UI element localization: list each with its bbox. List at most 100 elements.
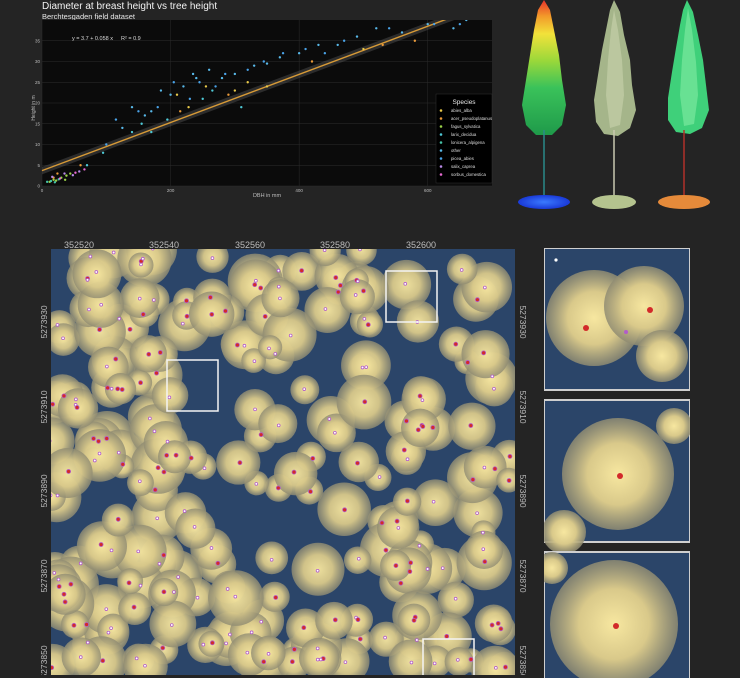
data-point bbox=[211, 89, 213, 91]
map-y-tick-label-left: 5273930 bbox=[39, 305, 49, 338]
data-point bbox=[324, 52, 326, 54]
y-tick-label: 35 bbox=[35, 38, 41, 43]
y-tick-label: 25 bbox=[35, 80, 41, 85]
map-x-tick-label: 352560 bbox=[235, 240, 265, 250]
map-y-tick-label-left: 5273850 bbox=[39, 645, 49, 675]
data-point bbox=[52, 179, 54, 181]
data-point bbox=[176, 94, 178, 96]
legend: Species abies_albaacer_pseudoplatanusfag… bbox=[436, 94, 492, 183]
data-point bbox=[375, 27, 377, 29]
map-axes: 352520352540352560352580352600 527393052… bbox=[0, 232, 540, 675]
data-point bbox=[69, 172, 71, 174]
map-y-tick-label-left: 5273890 bbox=[39, 474, 49, 507]
x-tick-label: 600 bbox=[424, 188, 432, 193]
data-point bbox=[234, 73, 236, 75]
data-point bbox=[140, 123, 142, 125]
data-point bbox=[187, 106, 189, 108]
map-x-tick-label: 352580 bbox=[320, 240, 350, 250]
data-point bbox=[179, 110, 181, 112]
data-point bbox=[86, 164, 88, 166]
map-y-tick-label-right: 5273850 bbox=[518, 645, 528, 675]
legend-item: lonicera_alpigena bbox=[451, 140, 485, 145]
data-point bbox=[263, 60, 265, 62]
y-tick-label: 10 bbox=[35, 142, 41, 147]
zoom-inset-1 bbox=[544, 248, 690, 390]
data-point bbox=[160, 89, 162, 91]
data-point bbox=[401, 31, 403, 33]
data-point bbox=[388, 27, 390, 29]
legend-swatch bbox=[440, 165, 443, 168]
data-point bbox=[317, 44, 319, 46]
tree-green-icon bbox=[658, 0, 710, 209]
data-point bbox=[433, 23, 435, 25]
data-point bbox=[144, 114, 146, 116]
data-point bbox=[452, 27, 454, 29]
data-point bbox=[51, 176, 53, 178]
data-point bbox=[74, 172, 76, 174]
legend-item: abies_alba bbox=[451, 108, 472, 113]
map-y-tick-label-right: 5273910 bbox=[518, 390, 528, 423]
data-point bbox=[189, 98, 191, 100]
data-point bbox=[131, 106, 133, 108]
y-axis-label: Height in m bbox=[31, 95, 37, 120]
x-tick-label: 200 bbox=[167, 188, 175, 193]
data-point bbox=[221, 77, 223, 79]
legend-item: salix_caprea bbox=[451, 164, 476, 169]
data-point bbox=[50, 180, 52, 182]
fit-r2: R² = 0.9 bbox=[121, 36, 141, 42]
legend-swatch bbox=[440, 173, 443, 176]
x-tick-label: 0 bbox=[41, 188, 44, 193]
data-point bbox=[166, 118, 168, 120]
y-tick-label: 5 bbox=[37, 163, 40, 168]
data-point bbox=[150, 110, 152, 112]
data-point bbox=[105, 143, 107, 145]
data-point bbox=[202, 98, 204, 100]
data-point bbox=[208, 69, 210, 71]
map-y-tick-label-right: 5273870 bbox=[518, 559, 528, 592]
data-point bbox=[169, 94, 171, 96]
y-tick-label: 15 bbox=[35, 121, 41, 126]
data-point bbox=[224, 73, 226, 75]
legend-item: picea_abies bbox=[451, 156, 474, 161]
legend-title: Species bbox=[452, 99, 476, 106]
map-x-tick-label: 352520 bbox=[64, 240, 94, 250]
scatter-plot: 051015202530350200400600 y = 3.7 + 0.058… bbox=[30, 20, 500, 200]
data-point bbox=[131, 131, 133, 133]
data-point bbox=[247, 69, 249, 71]
data-point bbox=[137, 110, 139, 112]
data-point bbox=[266, 85, 268, 87]
legend-swatch bbox=[440, 157, 443, 160]
data-point bbox=[46, 181, 48, 183]
data-point bbox=[298, 52, 300, 54]
x-tick-label: 400 bbox=[295, 188, 303, 193]
data-point bbox=[63, 172, 65, 174]
data-point bbox=[78, 170, 80, 172]
data-point bbox=[266, 62, 268, 64]
data-point bbox=[337, 44, 339, 46]
data-point bbox=[459, 23, 461, 25]
data-point bbox=[182, 85, 184, 87]
legend-item: acer_pseudoplatanus bbox=[451, 116, 492, 121]
data-point bbox=[279, 56, 281, 58]
data-point bbox=[192, 73, 194, 75]
chart-title: Diameter at breast height vs tree height bbox=[42, 1, 217, 12]
data-point bbox=[72, 174, 74, 176]
legend-swatch bbox=[440, 149, 443, 152]
data-point bbox=[343, 40, 345, 42]
map-y-tick-label-right: 5273890 bbox=[518, 474, 528, 507]
data-point bbox=[121, 127, 123, 129]
data-point bbox=[64, 179, 66, 181]
data-point bbox=[382, 44, 384, 46]
data-point bbox=[157, 106, 159, 108]
map-x-tick-label: 352600 bbox=[406, 240, 436, 250]
data-point bbox=[65, 174, 67, 176]
data-point bbox=[356, 35, 358, 37]
data-point bbox=[54, 181, 56, 183]
legend-swatch bbox=[440, 125, 443, 128]
data-point bbox=[198, 81, 200, 83]
zoom-inset-2 bbox=[544, 400, 690, 554]
data-point bbox=[234, 89, 236, 91]
map-y-tick-label-right: 5273930 bbox=[518, 305, 528, 338]
tree-point-clouds bbox=[512, 0, 732, 215]
data-point bbox=[173, 81, 175, 83]
